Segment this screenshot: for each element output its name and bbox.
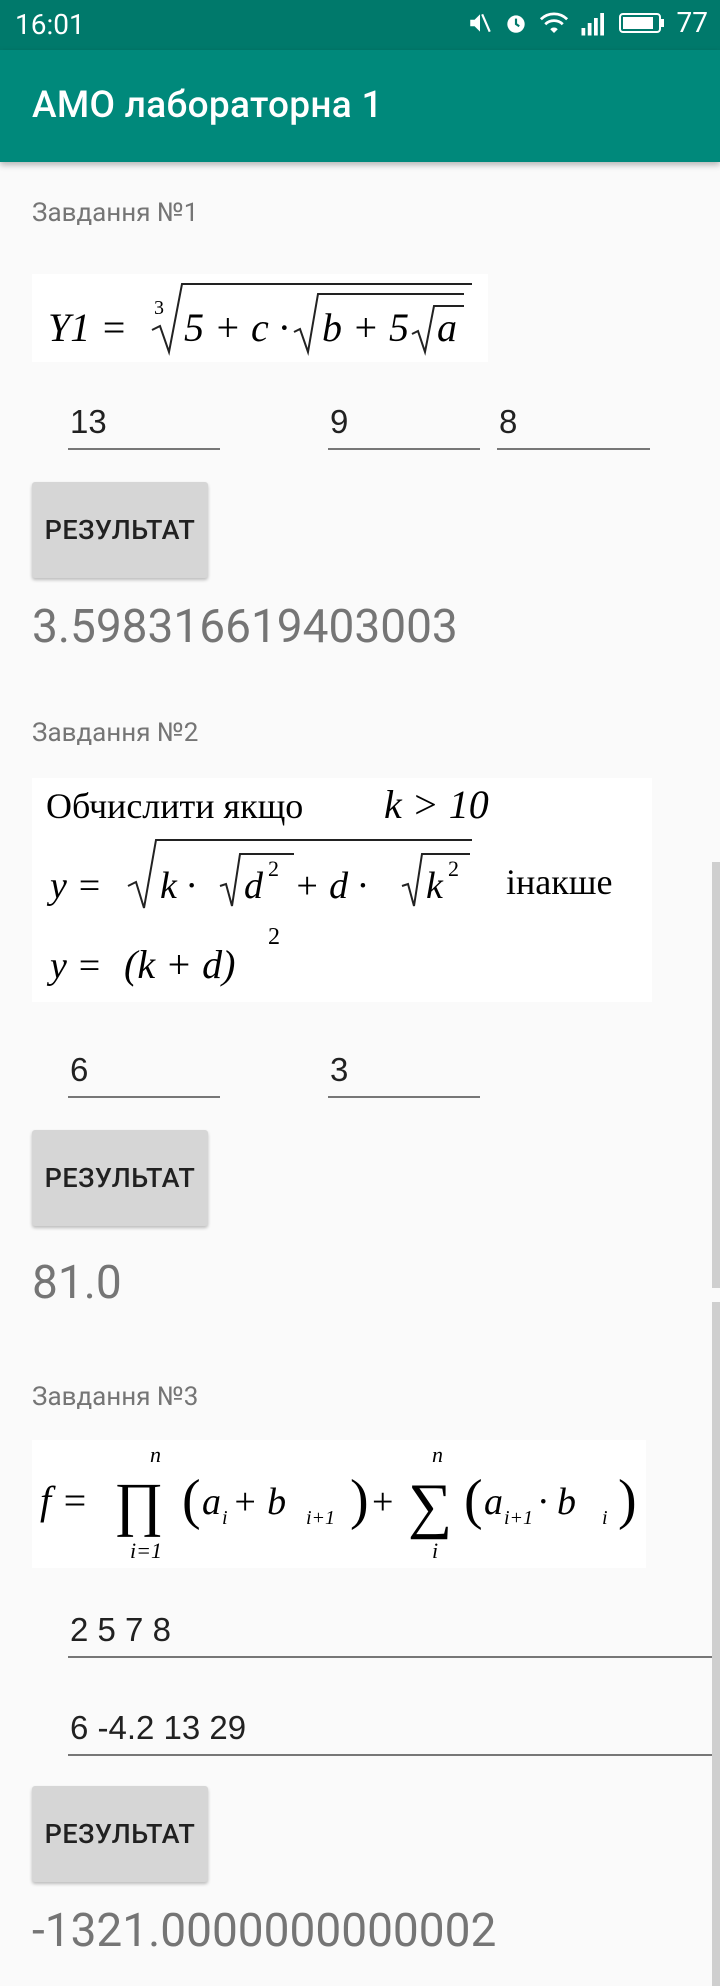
task3-formula-a2: a bbox=[484, 1481, 503, 1523]
task1-input-1-field[interactable] bbox=[68, 396, 220, 450]
task3-result: -1321.0000000000002 bbox=[32, 1904, 497, 1958]
task2-formula-condition: k > 10 bbox=[384, 782, 489, 827]
task3-formula-sum-upper: n bbox=[432, 1442, 443, 1467]
task3-result-button[interactable]: РЕЗУЛЬТАТ bbox=[32, 1786, 208, 1882]
task2-input-2[interactable] bbox=[328, 1044, 480, 1096]
task2-formula-k: k bbox=[426, 865, 444, 907]
task1-input-2[interactable] bbox=[328, 396, 480, 448]
task3-formula-prod-lower: i=1 bbox=[130, 1538, 162, 1563]
task2-label: Завдання №2 bbox=[32, 718, 199, 748]
status-bar: 16:01 77 bbox=[0, 0, 720, 50]
task2-input-1[interactable] bbox=[68, 1044, 220, 1096]
task2-formula-otherwise: інакше bbox=[506, 862, 612, 902]
wifi-icon bbox=[539, 10, 569, 36]
task1-formula-image: Y1 = 3 5 + c · b + 5 a bbox=[32, 274, 488, 362]
status-time: 16:01 bbox=[15, 8, 85, 41]
task1-input-3[interactable] bbox=[497, 396, 650, 448]
task2-formula-paren-expr: (k + d) bbox=[124, 942, 235, 987]
task3-formula-a: a bbox=[202, 1481, 221, 1523]
task2-formula-exp-k: 2 bbox=[448, 856, 459, 881]
task3-formula-sub-i1b: i+1 bbox=[504, 1507, 533, 1529]
app-bar: АМО лабораторна 1 bbox=[0, 50, 720, 162]
task3-formula-paren-close-1: ) bbox=[350, 1469, 369, 1531]
task2-formula-d: d bbox=[244, 865, 264, 907]
task1-result: 3.598316619403003 bbox=[32, 600, 458, 654]
task2-formula-exp-d: 2 bbox=[268, 856, 279, 881]
task2-formula-y-eq2: y = bbox=[46, 945, 102, 987]
task2-formula-line1: Обчислити якщо bbox=[46, 786, 303, 826]
task3-input-b-field[interactable] bbox=[68, 1702, 720, 1756]
task1-input-2-field[interactable] bbox=[328, 396, 480, 450]
task2-formula-k-dot: k · bbox=[160, 865, 196, 907]
task3-input-b[interactable] bbox=[68, 1702, 720, 1754]
task1-formula-root-index: 3 bbox=[154, 297, 164, 319]
task3-formula-image: f = n ∏ i=1 ( a i + b i+1 ) + n ∑ i ( a … bbox=[32, 1440, 646, 1568]
task3-formula-plus-b: + b bbox=[232, 1481, 286, 1523]
task3-label: Завдання №3 bbox=[32, 1382, 199, 1412]
app-title: АМО лабораторна 1 bbox=[32, 84, 383, 127]
task2-formula-image: Обчислити якщо k > 10 y = k · d 2 + d · … bbox=[32, 778, 652, 1002]
task1-input-3-field[interactable] bbox=[497, 396, 650, 450]
task1-formula-lhs: Y1 = bbox=[48, 305, 127, 350]
task3-formula-prod-symbol: ∏ bbox=[114, 1471, 163, 1537]
task3-formula-f-eq: f = bbox=[40, 1478, 88, 1523]
task2-result-button[interactable]: РЕЗУЛЬТАТ bbox=[32, 1130, 208, 1226]
task3-formula-dot-b: · b bbox=[538, 1481, 576, 1523]
task2-formula-y-eq: y = bbox=[46, 865, 102, 907]
alarm-icon bbox=[503, 10, 529, 36]
status-icons: 77 bbox=[467, 6, 708, 39]
task1-formula-part1: 5 + c · bbox=[184, 305, 289, 350]
task1-formula-var-a: a bbox=[437, 305, 457, 350]
mute-icon bbox=[467, 10, 493, 36]
task3-formula-prod-upper: n bbox=[150, 1442, 161, 1467]
signal-icon bbox=[579, 10, 609, 36]
task2-input-1-field[interactable] bbox=[68, 1044, 220, 1098]
task1-input-1[interactable] bbox=[68, 396, 220, 448]
battery-level: 77 bbox=[676, 6, 708, 39]
scrollbar-track-upper[interactable] bbox=[712, 862, 720, 1288]
task1-formula-part2: b + 5 bbox=[322, 305, 409, 350]
task2-formula-exp2b: 2 bbox=[268, 924, 280, 950]
task3-formula-sub-ib: i bbox=[602, 1507, 608, 1529]
scrollbar-track-lower[interactable] bbox=[712, 1302, 720, 1986]
task3-formula-paren-open-2: ( bbox=[464, 1469, 483, 1531]
task1-label: Завдання №1 bbox=[32, 198, 199, 228]
task3-input-a-field[interactable] bbox=[68, 1604, 720, 1658]
task2-formula-plus-d-dot: + d · bbox=[294, 865, 367, 907]
task3-formula-sum-lower: i bbox=[432, 1538, 438, 1563]
task3-formula-plus: + bbox=[372, 1481, 393, 1523]
task2-input-2-field[interactable] bbox=[328, 1044, 480, 1098]
battery-icon bbox=[618, 10, 665, 36]
task3-formula-sub-i1: i+1 bbox=[306, 1507, 335, 1529]
task3-formula-sub-i: i bbox=[222, 1507, 228, 1529]
task3-input-a[interactable] bbox=[68, 1604, 720, 1656]
task3-formula-paren-close-2: ) bbox=[618, 1469, 637, 1531]
task3-formula-paren-open-1: ( bbox=[182, 1469, 201, 1531]
task2-result: 81.0 bbox=[32, 1256, 122, 1310]
task3-formula-sum-symbol: ∑ bbox=[408, 1472, 452, 1540]
task1-result-button[interactable]: РЕЗУЛЬТАТ bbox=[32, 482, 208, 578]
